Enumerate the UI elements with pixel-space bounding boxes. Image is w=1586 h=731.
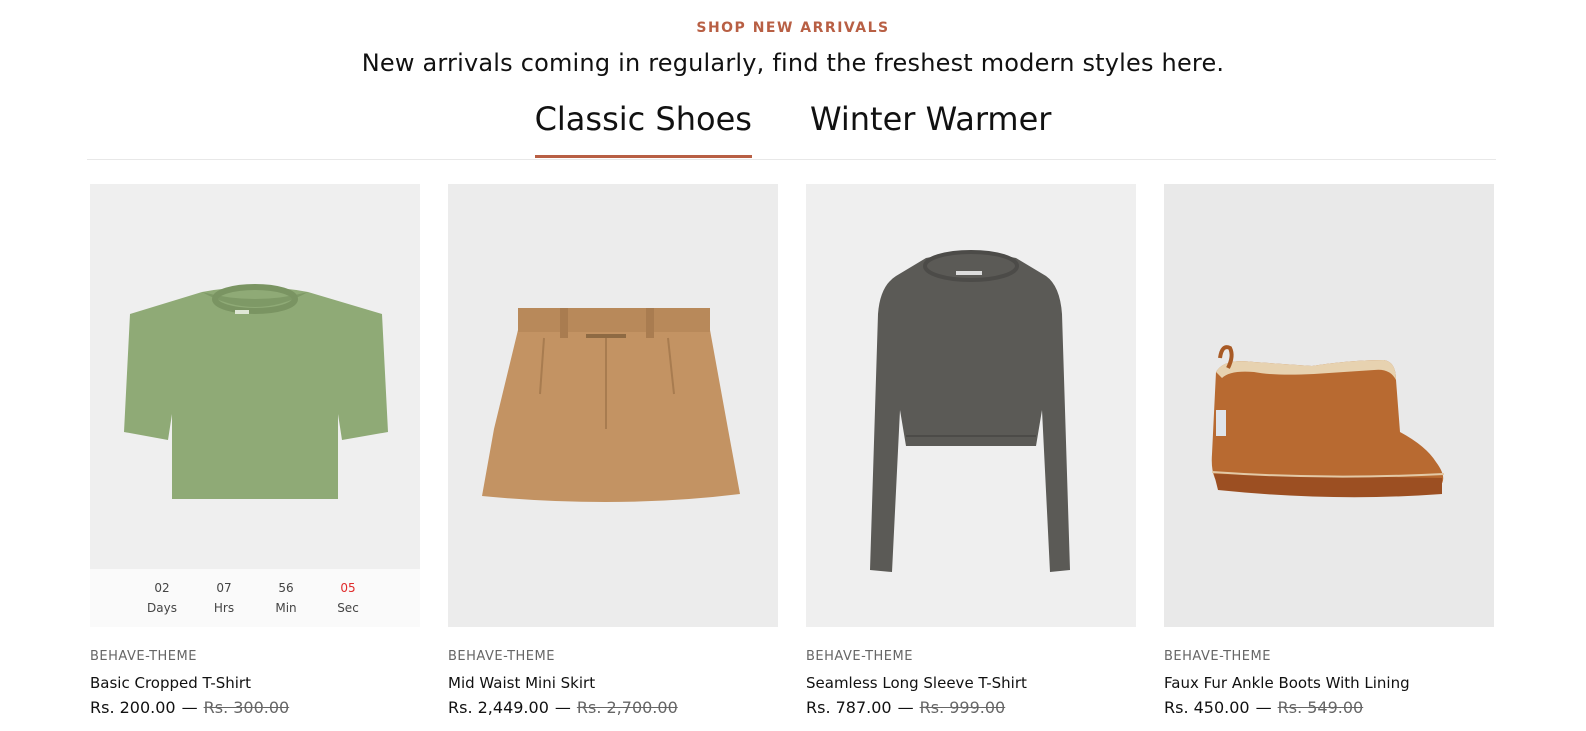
grey-long-sleeve-top-image	[806, 184, 1136, 627]
product-vendor[interactable]: BEHAVE-THEME	[806, 649, 913, 664]
product-vendor[interactable]: BEHAVE-THEME	[1164, 649, 1271, 664]
product-vendor[interactable]: BEHAVE-THEME	[90, 649, 197, 664]
sale-price: Rs. 450.00	[1164, 698, 1250, 717]
product-card[interactable]: BEHAVE-THEME Seamless Long Sleeve T-Shir…	[806, 184, 1136, 717]
price-separator: —	[181, 698, 198, 717]
product-price-block: Rs. 2,449.00 — Rs. 2,700.00	[448, 698, 678, 717]
section-eyebrow: SHOP NEW ARRIVALS	[696, 20, 890, 36]
product-image[interactable]	[806, 184, 1136, 627]
sale-price: Rs. 787.00	[806, 698, 892, 717]
product-grid: 02 Days 07 Hrs 56 Min 05 Sec BEHAVE-THEM…	[90, 184, 1496, 724]
product-card[interactable]: 02 Days 07 Hrs 56 Min 05 Sec BEHAVE-THEM…	[90, 184, 420, 717]
compare-price: Rs. 2,700.00	[576, 698, 678, 717]
countdown-minutes: 56 Min	[275, 581, 297, 615]
tan-mini-skirt-image	[448, 184, 778, 627]
product-vendor[interactable]: BEHAVE-THEME	[448, 649, 555, 664]
price-separator: —	[554, 698, 571, 717]
product-title[interactable]: Seamless Long Sleeve T-Shirt	[806, 674, 1027, 692]
price-separator: —	[1255, 698, 1272, 717]
product-image[interactable]	[1164, 184, 1494, 627]
green-cropped-tshirt-image	[90, 184, 420, 627]
sale-price: Rs. 2,449.00	[448, 698, 549, 717]
section-subtitle: New arrivals coming in regularly, find t…	[361, 49, 1225, 77]
tab-winter-warmer[interactable]: Winter Warmer	[810, 100, 1051, 156]
product-price-block: Rs. 787.00 — Rs. 999.00	[806, 698, 1005, 717]
compare-price: Rs. 300.00	[203, 698, 290, 717]
product-price-block: Rs. 200.00 — Rs. 300.00	[90, 698, 289, 717]
countdown-seconds: 05 Sec	[337, 581, 359, 615]
compare-price: Rs. 999.00	[919, 698, 1006, 717]
product-card[interactable]: BEHAVE-THEME Faux Fur Ankle Boots With L…	[1164, 184, 1494, 717]
brown-ankle-boot-image	[1164, 184, 1494, 627]
product-title[interactable]: Faux Fur Ankle Boots With Lining	[1164, 674, 1410, 692]
product-title[interactable]: Mid Waist Mini Skirt	[448, 674, 595, 692]
product-image[interactable]	[448, 184, 778, 627]
countdown-timer: 02 Days 07 Hrs 56 Min 05 Sec	[90, 569, 420, 627]
tabs-divider	[87, 159, 1496, 160]
compare-price: Rs. 549.00	[1277, 698, 1364, 717]
countdown-days: 02 Days	[147, 581, 177, 615]
product-card[interactable]: BEHAVE-THEME Mid Waist Mini Skirt Rs. 2,…	[448, 184, 778, 717]
tab-classic-shoes[interactable]: Classic Shoes	[534, 100, 753, 158]
product-price-block: Rs. 450.00 — Rs. 549.00	[1164, 698, 1363, 717]
countdown-hours: 07 Hrs	[213, 581, 235, 615]
price-separator: —	[897, 698, 914, 717]
product-title[interactable]: Basic Cropped T-Shirt	[90, 674, 251, 692]
product-image[interactable]: 02 Days 07 Hrs 56 Min 05 Sec	[90, 184, 420, 627]
collection-tabs: Classic Shoes Winter Warmer	[0, 100, 1586, 158]
sale-price: Rs. 200.00	[90, 698, 176, 717]
